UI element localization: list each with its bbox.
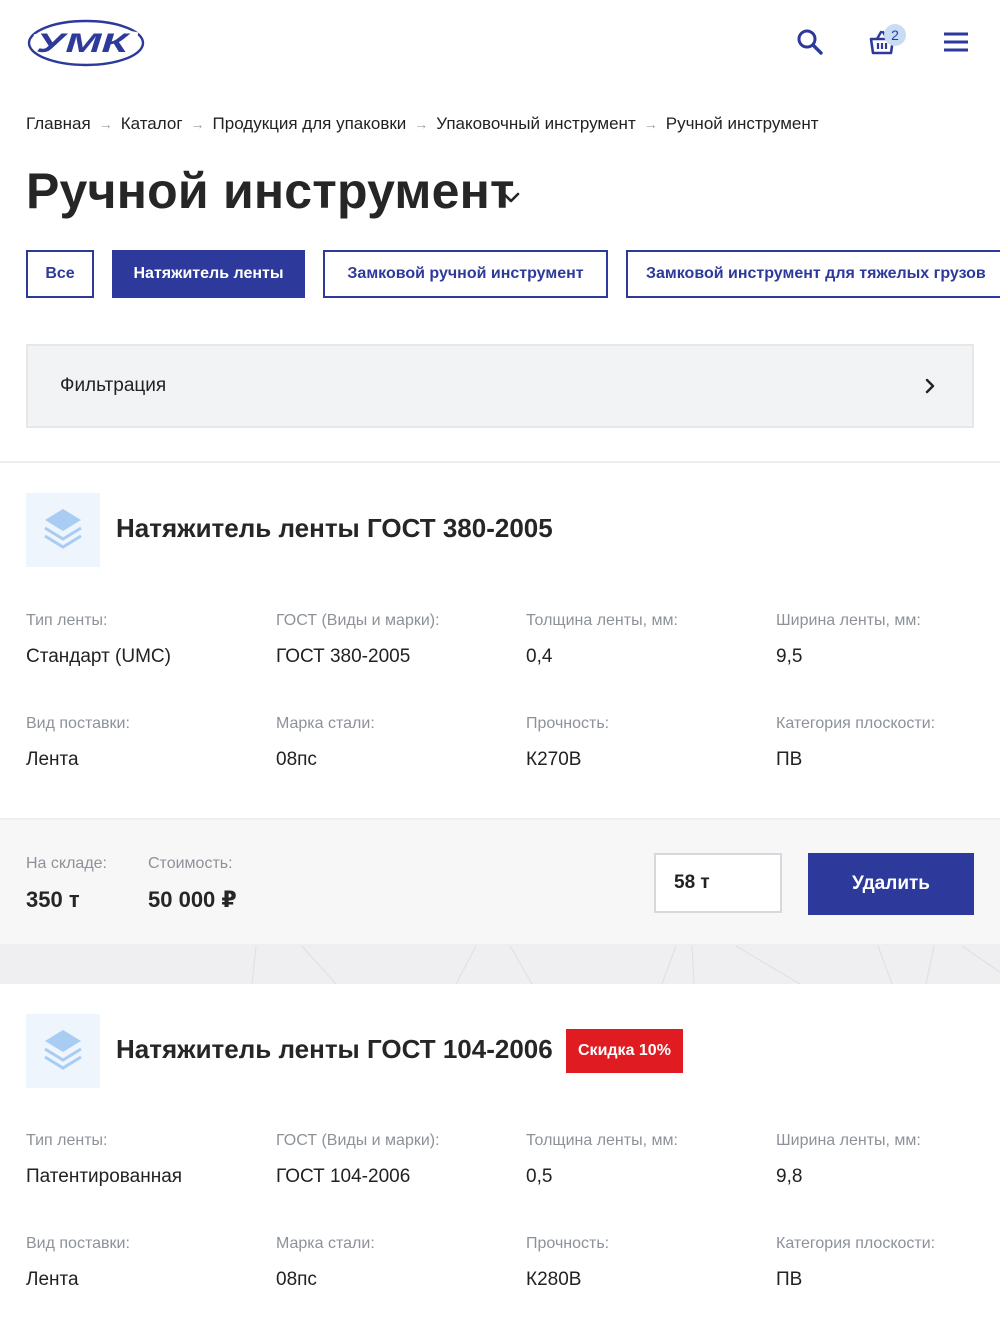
search-button[interactable] [790, 22, 830, 62]
breadcrumb-item-catalog[interactable]: Каталог [121, 114, 183, 134]
spec-value: Лента [26, 1269, 79, 1290]
product-card: Натяжитель ленты ГОСТ 380-2005 Тип ленты… [0, 463, 1000, 818]
spec-label: Тип ленты: [26, 612, 108, 629]
chevron-right-icon [925, 378, 935, 394]
spec-value: 08пс [276, 1269, 317, 1290]
spec-value: К270В [526, 749, 582, 770]
price-value: 50 000 ₽ [148, 887, 237, 912]
spec-label: Категория плоскости: [776, 1235, 936, 1252]
spec-value: Патентированная [26, 1166, 183, 1187]
spec-value: 9,8 [776, 1166, 803, 1187]
product-image[interactable] [26, 1014, 100, 1088]
product-image[interactable] [26, 493, 100, 567]
cart-count-badge: 2 [884, 24, 906, 46]
background-pattern [251, 946, 1000, 984]
breadcrumb-separator: → [414, 116, 429, 132]
umk-logo[interactable]: УМК [26, 18, 146, 68]
spec-label: Ширина ленты, мм: [776, 612, 921, 629]
spec-value: ПВ [776, 1269, 803, 1290]
spec-value: Лента [26, 749, 79, 770]
tab-manual-sealer[interactable]: Замковой ручной инструмент [323, 250, 608, 298]
spec-label: Прочность: [526, 715, 610, 732]
remove-button[interactable]: Удалить [808, 853, 974, 915]
breadcrumb: Главная → Каталог → Продукция для упаков… [26, 112, 819, 136]
decorative-band [0, 946, 1000, 984]
spec-value: ГОСТ 380-2005 [276, 646, 411, 667]
filter-label: Фильтрация [60, 375, 167, 396]
breadcrumb-separator: → [190, 116, 205, 132]
breadcrumb-separator: → [643, 116, 658, 132]
spec-label: Толщина ленты, мм: [526, 612, 678, 629]
spec-value: 0,4 [526, 646, 553, 667]
spec-label: Толщина ленты, мм: [526, 1132, 678, 1149]
spec-value: Стандарт (UMC) [26, 646, 171, 667]
page-title: Ручной инструмент [26, 163, 515, 219]
spec-value: 9,5 [776, 646, 803, 667]
spec-value: ПВ [776, 749, 803, 770]
breadcrumb-separator: → [98, 116, 113, 132]
spec-label: Прочность: [526, 1235, 610, 1252]
spec-label: ГОСТ (Виды и марки): [276, 1132, 440, 1149]
menu-button[interactable] [936, 22, 976, 62]
menu-icon [944, 32, 968, 52]
stock-value: 350 т [26, 887, 80, 912]
spec-label: ГОСТ (Виды и марки): [276, 612, 440, 629]
purchase-bar: На складе: 350 т Стоимость: 50 000 ₽ Уда… [0, 818, 1000, 946]
chevron-down-icon[interactable] [500, 186, 522, 208]
tab-heavy-duty-sealer[interactable]: Замковой инструмент для тяжелых грузов [626, 250, 1000, 298]
stock-label: На складе: [26, 855, 107, 872]
search-icon [797, 29, 823, 55]
spec-value: 08пс [276, 749, 317, 770]
spec-label: Вид поставки: [26, 715, 130, 732]
product-card: Натяжитель ленты ГОСТ 104-2006 Скидка 10… [0, 984, 1000, 1334]
spec-value: 0,5 [526, 1166, 553, 1187]
discount-badge: Скидка 10% [566, 1029, 683, 1073]
layers-icon [44, 509, 82, 549]
spec-label: Ширина ленты, мм: [776, 1132, 921, 1149]
price-label: Стоимость: [148, 855, 233, 872]
site-header: УМК 2 [0, 0, 1000, 90]
spec-label: Марка стали: [276, 1235, 375, 1252]
quantity-input[interactable] [654, 853, 782, 913]
spec-label: Марка стали: [276, 715, 375, 732]
breadcrumb-item-packaging-tools[interactable]: Упаковочный инструмент [436, 114, 635, 134]
spec-value: ГОСТ 104-2006 [276, 1166, 411, 1187]
cart-button[interactable]: 2 [862, 22, 906, 62]
breadcrumb-item-current: Ручной инструмент [665, 114, 819, 133]
tab-strap-tensioner[interactable]: Натяжитель ленты [112, 250, 305, 298]
spec-label: Тип ленты: [26, 1132, 108, 1149]
layers-icon [44, 1030, 82, 1070]
spec-label: Категория плоскости: [776, 715, 936, 732]
spec-value: К280В [526, 1269, 582, 1290]
breadcrumb-item-packaging[interactable]: Продукция для упаковки [213, 114, 407, 134]
product-title[interactable]: Натяжитель ленты ГОСТ 380-2005 [116, 513, 553, 544]
tab-all[interactable]: Все [26, 250, 94, 298]
product-title[interactable]: Натяжитель ленты ГОСТ 104-2006 [116, 1034, 553, 1065]
logo-text: УМК [36, 28, 132, 58]
filter-toggle[interactable]: Фильтрация [26, 344, 974, 428]
breadcrumb-item-home[interactable]: Главная [26, 114, 91, 134]
spec-label: Вид поставки: [26, 1235, 130, 1252]
